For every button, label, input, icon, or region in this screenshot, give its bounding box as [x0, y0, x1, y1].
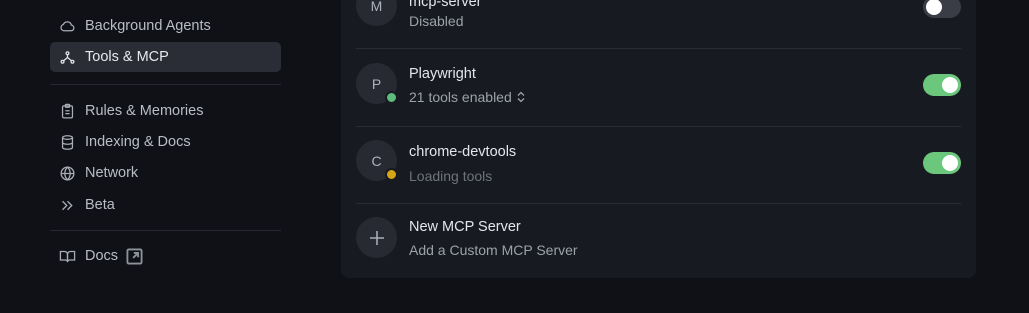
status-dot: [385, 168, 398, 181]
sidebar-item-label: Rules & Memories: [85, 103, 204, 119]
mcp-servers-panel: M mcp-server Disabled P Playwright 21 to…: [341, 0, 976, 278]
external-link-icon: [126, 247, 143, 265]
new-server-title: New MCP Server: [409, 219, 521, 235]
server-avatar: M: [356, 0, 397, 26]
plus-icon: [369, 230, 384, 245]
server-name: mcp-server: [409, 0, 482, 10]
chevron-up-down-icon: [517, 91, 525, 103]
book-icon: [58, 247, 76, 265]
double-chevron-icon: [58, 196, 76, 214]
server-toggle[interactable]: [923, 0, 961, 18]
sidebar-divider: [50, 230, 281, 231]
sidebar-item-label: Indexing & Docs: [85, 134, 191, 150]
add-server-button[interactable]: [356, 217, 397, 258]
sidebar-item-beta[interactable]: Beta: [50, 190, 281, 220]
sidebar-item-network[interactable]: Network: [50, 158, 281, 188]
server-toggle[interactable]: [923, 152, 961, 174]
sidebar-item-docs[interactable]: Docs: [50, 241, 281, 271]
sidebar-item-label: Network: [85, 165, 139, 181]
sidebar-item-background-agents[interactable]: Background Agents: [50, 11, 281, 41]
database-icon: [58, 133, 76, 151]
mcp-server-row: P Playwright 21 tools enabled: [356, 49, 961, 126]
sidebar-item-label: Tools & MCP: [85, 49, 169, 65]
sidebar-item-label: Background Agents: [85, 18, 211, 34]
clipboard-icon: [58, 102, 76, 120]
sidebar-item-label: Beta: [85, 197, 115, 213]
mcp-server-row: C chrome-devtools Loading tools: [356, 127, 961, 204]
server-name: chrome-devtools: [409, 144, 517, 160]
sidebar-item-label: Docs: [85, 248, 119, 264]
sidebar-item-rules-memories[interactable]: Rules & Memories: [50, 96, 281, 126]
new-mcp-server-row[interactable]: New MCP Server Add a Custom MCP Server: [356, 204, 961, 281]
server-status: Loading tools: [409, 168, 493, 184]
status-dot: [385, 91, 398, 104]
server-avatar: P: [356, 63, 398, 104]
sidebar-item-indexing-docs[interactable]: Indexing & Docs: [50, 127, 281, 157]
globe-icon: [58, 164, 76, 182]
server-status: Disabled: [409, 13, 464, 29]
server-name: Playwright: [409, 66, 476, 82]
server-avatar: C: [356, 140, 398, 181]
new-server-subtitle: Add a Custom MCP Server: [409, 242, 578, 258]
tools-mcp-icon: [58, 48, 76, 66]
tools-enabled-selector[interactable]: 21 tools enabled: [409, 89, 526, 105]
server-toggle[interactable]: [923, 74, 961, 96]
cloud-icon: [58, 17, 76, 35]
sidebar-item-tools-mcp[interactable]: Tools & MCP: [50, 42, 281, 72]
sidebar-divider: [50, 84, 281, 85]
